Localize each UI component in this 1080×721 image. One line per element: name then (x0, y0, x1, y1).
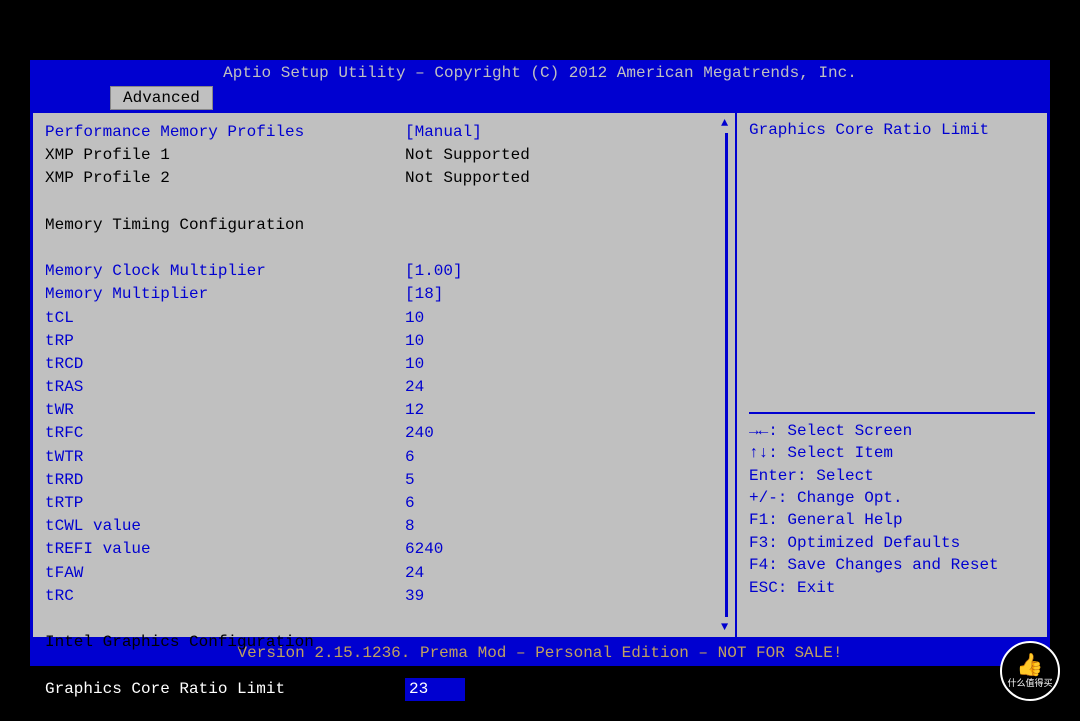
row-mem-clock-mult[interactable]: Memory Clock Multiplier [1.00] (45, 260, 723, 283)
label: tRRD (45, 469, 405, 492)
bios-screen: Aptio Setup Utility – Copyright (C) 2012… (30, 60, 1050, 661)
value: 24 (405, 376, 723, 399)
help-f4: F4: Save Changes and Reset (749, 554, 1035, 576)
row-tfaw[interactable]: tFAW 24 (45, 562, 723, 585)
label: tRC (45, 585, 405, 608)
value: [18] (405, 283, 723, 306)
row-trfc[interactable]: tRFC 240 (45, 422, 723, 445)
label: tRCD (45, 353, 405, 376)
value: 5 (405, 469, 723, 492)
value: 6 (405, 492, 723, 515)
row-gfx-ratio-selected[interactable]: Graphics Core Ratio Limit 23 (45, 678, 723, 701)
value: 6240 (405, 538, 723, 561)
value: 39 (405, 585, 723, 608)
value: Not Supported (405, 167, 723, 190)
label: Memory Multiplier (45, 283, 405, 306)
thumbs-up-icon: 👍 (1016, 654, 1043, 676)
label: Memory Clock Multiplier (45, 260, 405, 283)
row-trefi[interactable]: tREFI value 6240 (45, 538, 723, 561)
value: [1.00] (405, 260, 723, 283)
tab-row: Advanced (30, 86, 1050, 110)
label: tWTR (45, 446, 405, 469)
value: [Manual] (405, 121, 723, 144)
row-twtr[interactable]: tWTR 6 (45, 446, 723, 469)
help-select-screen: →←: Select Screen (749, 420, 1035, 442)
settings-panel: Performance Memory Profiles [Manual] XMP… (33, 113, 737, 637)
label: tCL (45, 307, 405, 330)
watermark-logo: 👍 什么值得买 (1000, 641, 1060, 701)
label: tRP (45, 330, 405, 353)
value: 10 (405, 330, 723, 353)
label: tRTP (45, 492, 405, 515)
help-esc: ESC: Exit (749, 577, 1035, 599)
label: tRAS (45, 376, 405, 399)
help-panel: Graphics Core Ratio Limit →←: Select Scr… (737, 113, 1047, 637)
help-f3: F3: Optimized Defaults (749, 532, 1035, 554)
value: 12 (405, 399, 723, 422)
label: tFAW (45, 562, 405, 585)
scroll-up-icon[interactable]: ▲ (721, 117, 728, 129)
value: 240 (405, 422, 723, 445)
row-trc[interactable]: tRC 39 (45, 585, 723, 608)
row-tras[interactable]: tRAS 24 (45, 376, 723, 399)
row-trtp[interactable]: tRTP 6 (45, 492, 723, 515)
tab-advanced[interactable]: Advanced (110, 86, 213, 110)
header-mem-timing: Memory Timing Configuration (45, 214, 723, 237)
help-change-opt: +/-: Change Opt. (749, 487, 1035, 509)
row-twr[interactable]: tWR 12 (45, 399, 723, 422)
row-tcwl[interactable]: tCWL value 8 (45, 515, 723, 538)
row-trcd[interactable]: tRCD 10 (45, 353, 723, 376)
row-tcl[interactable]: tCL 10 (45, 307, 723, 330)
help-divider (749, 412, 1035, 414)
value: 6 (405, 446, 723, 469)
label: tRFC (45, 422, 405, 445)
help-select-item: ↑↓: Select Item (749, 442, 1035, 464)
value: 23 (405, 678, 723, 701)
label: Graphics Core Ratio Limit (45, 678, 405, 701)
row-mem-mult[interactable]: Memory Multiplier [18] (45, 283, 723, 306)
label: Performance Memory Profiles (45, 121, 405, 144)
label: XMP Profile 2 (45, 167, 405, 190)
scroll-track[interactable] (725, 133, 728, 617)
row-perf-profiles[interactable]: Performance Memory Profiles [Manual] (45, 121, 723, 144)
watermark-text: 什么值得买 (1007, 676, 1052, 689)
scroll-down-icon[interactable]: ▼ (721, 621, 728, 633)
value: 24 (405, 562, 723, 585)
row-xmp2: XMP Profile 2 Not Supported (45, 167, 723, 190)
main-area: Performance Memory Profiles [Manual] XMP… (30, 110, 1050, 640)
value: 8 (405, 515, 723, 538)
header-intel-gfx: Intel Graphics Configuration (45, 631, 723, 654)
title-bar: Aptio Setup Utility – Copyright (C) 2012… (30, 60, 1050, 86)
scrollbar[interactable]: ▲ ▼ (721, 117, 733, 633)
value: 10 (405, 353, 723, 376)
value: 10 (405, 307, 723, 330)
help-enter: Enter: Select (749, 465, 1035, 487)
row-trrd[interactable]: tRRD 5 (45, 469, 723, 492)
label: tWR (45, 399, 405, 422)
value: Not Supported (405, 144, 723, 167)
row-trp[interactable]: tRP 10 (45, 330, 723, 353)
help-title: Graphics Core Ratio Limit (749, 121, 1035, 139)
label: tCWL value (45, 515, 405, 538)
label: tREFI value (45, 538, 405, 561)
row-xmp1: XMP Profile 1 Not Supported (45, 144, 723, 167)
help-f1: F1: General Help (749, 509, 1035, 531)
label: XMP Profile 1 (45, 144, 405, 167)
